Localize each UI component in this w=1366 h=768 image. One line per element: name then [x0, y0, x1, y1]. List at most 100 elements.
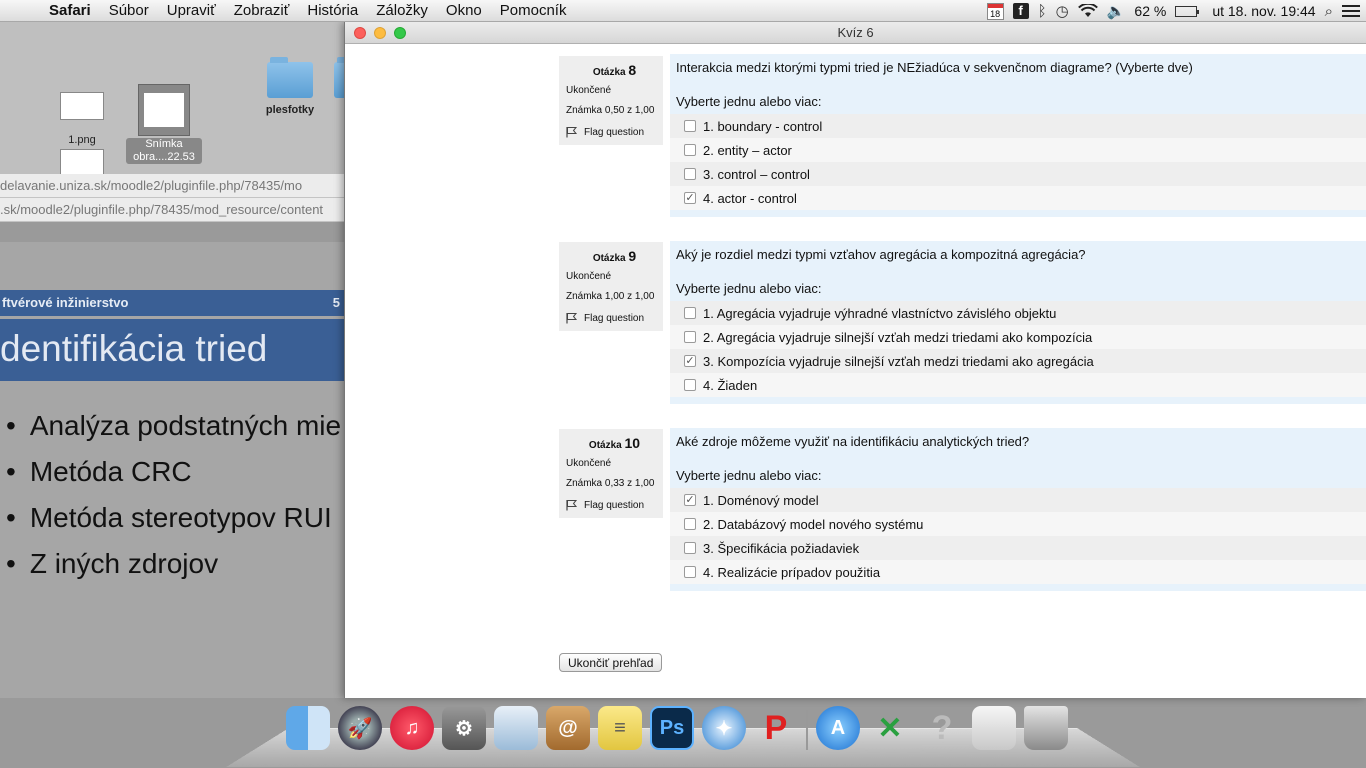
question-state: Ukončené — [566, 270, 663, 290]
finish-review-button[interactable]: Ukončiť prehľad — [559, 653, 662, 672]
question-body-10: Aké zdroje môžeme využiť na identifikáci… — [670, 428, 1366, 591]
volume-icon[interactable]: 🔈 — [1107, 2, 1126, 20]
question-text: Aký je rozdiel medzi typmi vzťahov agreg… — [670, 247, 1366, 281]
folder-icon — [334, 62, 344, 98]
menu-bar: Safari Súbor Upraviť Zobraziť História Z… — [0, 0, 1366, 22]
spotlight-search-icon[interactable]: ⌕ — [1325, 3, 1333, 20]
answer-checkbox[interactable] — [684, 566, 696, 578]
notification-center-icon[interactable] — [1342, 5, 1360, 17]
itunes-icon[interactable]: ♫ — [390, 706, 434, 750]
battery-icon[interactable] — [1175, 6, 1197, 17]
safari-icon[interactable]: ✦ — [702, 706, 746, 750]
answer-checkbox[interactable]: ✓ — [684, 355, 696, 367]
flag-question-link[interactable]: Flag question — [566, 312, 663, 324]
notes-icon[interactable]: ≡ — [598, 706, 642, 750]
question-number: Otázka 10 — [566, 435, 663, 451]
wifi-icon[interactable] — [1078, 4, 1098, 18]
dock-separator — [806, 710, 808, 750]
answer-checkbox[interactable] — [684, 168, 696, 180]
answer-option[interactable]: 4. Realizácie prípadov použitia — [670, 560, 1366, 584]
flag-question-link[interactable]: Flag question — [566, 499, 663, 511]
folder-icon — [267, 62, 313, 98]
image-thumbnail-icon — [60, 92, 104, 120]
question-prompt: Vyberte jednu alebo viac: — [670, 94, 1366, 114]
crossover-icon[interactable]: ✕ — [868, 706, 912, 750]
question-body-8: Interakcia medzi ktorými typmi tried je … — [670, 54, 1366, 217]
answer-option[interactable]: 2. entity – actor — [670, 138, 1366, 162]
desktop-file-label: 1.png — [60, 134, 104, 147]
answer-checkbox[interactable] — [684, 379, 696, 391]
screenshot-icon[interactable] — [972, 706, 1016, 750]
answer-checkbox[interactable] — [684, 144, 696, 156]
quiz-window: Kvíz 6 Otázka 8 Ukončené Známka 0,50 z 1… — [344, 22, 1366, 698]
question-info-8: Otázka 8 Ukončené Známka 0,50 z 1,00 Fla… — [559, 56, 663, 145]
slide-header: ftvérové inžinierstvo 5 — [0, 290, 344, 316]
desktop-folder-partial[interactable] — [334, 62, 344, 98]
menu-historia[interactable]: História — [298, 2, 367, 19]
answer-checkbox[interactable] — [684, 120, 696, 132]
answer-option[interactable]: 1. boundary - control — [670, 114, 1366, 138]
question-prompt: Vyberte jednu alebo viac: — [670, 468, 1366, 488]
calendar-icon[interactable]: 18 — [987, 3, 1004, 20]
question-grade: Známka 0,50 z 1,00 — [566, 104, 663, 124]
menu-pomocnik[interactable]: Pomocník — [491, 2, 576, 19]
menu-upravit[interactable]: Upraviť — [158, 2, 225, 19]
background-url-line: .sk/moodle2/pluginfile.php/78435/mod_res… — [0, 198, 344, 222]
dock: 🚀 ♫ ⚙ @ ≡ Ps ✦ P A ✕ ? — [260, 702, 1106, 768]
answer-option[interactable]: 3. Špecifikácia požiadaviek — [670, 536, 1366, 560]
question-text: Aké zdroje môžeme využiť na identifikáci… — [670, 434, 1366, 468]
answer-option[interactable]: 4. Žiaden — [670, 373, 1366, 397]
menu-subor[interactable]: Súbor — [100, 2, 158, 19]
answer-checkbox[interactable] — [684, 518, 696, 530]
slide-page-number: 5 — [333, 290, 340, 316]
answer-checkbox[interactable]: ✓ — [684, 192, 696, 204]
question-grade: Známka 0,33 z 1,00 — [566, 477, 663, 497]
answer-checkbox[interactable] — [684, 331, 696, 343]
answer-option[interactable]: 1. Agregácia vyjadruje výhradné vlastníc… — [670, 301, 1366, 325]
question-number: Otázka 8 — [566, 62, 663, 78]
slide-bullet: Analýza podstatných mie — [0, 406, 344, 452]
contacts-icon[interactable]: @ — [546, 706, 590, 750]
finder-icon[interactable] — [286, 706, 330, 750]
unknown-app-icon[interactable]: ? — [920, 706, 964, 750]
answer-option[interactable]: 2. Agregácia vyjadruje silnejší vzťah me… — [670, 325, 1366, 349]
facebook-icon[interactable]: f — [1013, 3, 1029, 19]
presentation-slide: ftvérové inžinierstvo 5 dentifikácia tri… — [0, 242, 344, 698]
answer-checkbox[interactable] — [684, 307, 696, 319]
answer-option[interactable]: ✓ 3. Kompozícia vyjadruje silnejší vzťah … — [670, 349, 1366, 373]
answer-checkbox[interactable]: ✓ — [684, 494, 696, 506]
slide-title: dentifikácia tried — [0, 319, 344, 381]
preview-icon[interactable] — [494, 706, 538, 750]
time-machine-icon[interactable]: ◷ — [1056, 2, 1069, 20]
answer-checkbox[interactable] — [684, 542, 696, 554]
flag-question-link[interactable]: Flag question — [566, 126, 663, 138]
slide-bullet: Metóda stereotypov RUI — [0, 498, 344, 544]
answer-option[interactable]: 3. control – control — [670, 162, 1366, 186]
system-preferences-icon[interactable]: ⚙ — [442, 706, 486, 750]
desktop-folder-plesfotky[interactable]: plesfotky — [264, 62, 316, 117]
clock[interactable]: ut 18. nov. 19:44 — [1212, 3, 1315, 19]
dock-icons: 🚀 ♫ ⚙ @ ≡ Ps ✦ P A ✕ ? — [286, 706, 1068, 750]
slide-bullet-list: Analýza podstatných mie Metóda CRC Metód… — [0, 406, 344, 590]
trash-icon[interactable] — [1024, 706, 1068, 750]
desktop-file-1png[interactable]: 1.png — [60, 92, 104, 177]
background-area: 1.png Snímka obra....22.53 plesfotky del… — [0, 22, 344, 698]
menu-zobrazit[interactable]: Zobraziť — [225, 2, 299, 19]
window-titlebar[interactable]: Kvíz 6 — [345, 22, 1366, 44]
question-prompt: Vyberte jednu alebo viac: — [670, 281, 1366, 301]
pages-icon[interactable]: P — [754, 706, 798, 750]
launchpad-icon[interactable]: 🚀 — [338, 706, 382, 750]
answer-option[interactable]: ✓ 1. Doménový model — [670, 488, 1366, 512]
menu-zalozky[interactable]: Záložky — [367, 2, 437, 19]
question-info-10: Otázka 10 Ukončené Známka 0,33 z 1,00 Fl… — [559, 429, 663, 518]
menu-app-safari[interactable]: Safari — [40, 2, 100, 19]
app-store-icon[interactable]: A — [816, 706, 860, 750]
answer-option[interactable]: 2. Databázový model nového systému — [670, 512, 1366, 536]
answer-option[interactable]: ✓ 4. actor - control — [670, 186, 1366, 210]
bluetooth-icon[interactable]: ᛒ — [1038, 3, 1047, 20]
answer-options: 1. boundary - control 2. entity – actor … — [670, 114, 1366, 210]
menu-okno[interactable]: Okno — [437, 2, 491, 19]
photoshop-icon[interactable]: Ps — [650, 706, 694, 750]
desktop-file-screenshot[interactable]: Snímka obra....22.53 — [126, 84, 202, 164]
battery-percent[interactable]: 62 % — [1134, 3, 1166, 19]
